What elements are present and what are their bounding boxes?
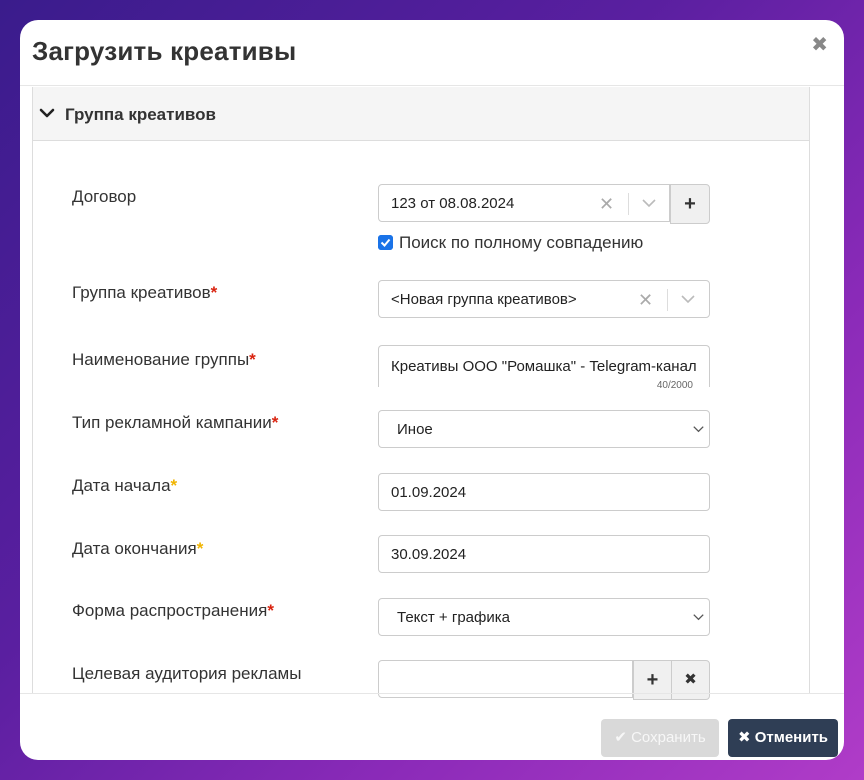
panel-heading[interactable]: Группа креативов: [33, 87, 809, 141]
contract-value: 123 от 08.08.2024: [391, 195, 515, 212]
exact-match-label: Поиск по полному совпадению: [399, 233, 644, 252]
cancel-button[interactable]: ✖ Отменить: [728, 719, 838, 757]
dialog-footer: ✔ Сохранить ✖ Отменить: [20, 693, 844, 760]
end-date-input[interactable]: 30.09.2024: [378, 535, 710, 573]
add-contract-button[interactable]: +: [670, 184, 710, 224]
clear-icon[interactable]: ✕: [638, 290, 653, 311]
save-button[interactable]: ✔ Сохранить: [601, 719, 719, 757]
exact-match-checkbox[interactable]: [378, 235, 393, 250]
panel-title: Группа креативов: [65, 105, 216, 124]
target-audience-label: Целевая аудитория рекламы: [72, 664, 302, 683]
distribution-form-value: Текст + графика: [397, 609, 510, 626]
chevron-down-icon[interactable]: [642, 198, 656, 208]
chevron-down-icon: [693, 614, 704, 621]
chevron-down-icon: [39, 108, 55, 118]
start-date-label: Дата начала*: [72, 476, 178, 495]
group-name-value: Креативы ООО "Ромашка" - Telegram-канал: [391, 358, 697, 375]
contract-select[interactable]: 123 от 08.08.2024 ✕ +: [378, 184, 710, 224]
chevron-down-icon[interactable]: [681, 294, 695, 304]
creative-group-value: <Новая группа креативов>: [391, 291, 577, 308]
distribution-form-label: Форма распространения*: [72, 601, 274, 620]
creative-group-select[interactable]: <Новая группа креативов> ✕: [378, 280, 710, 318]
campaign-type-value: Иное: [397, 421, 433, 438]
end-date-label: Дата окончания*: [72, 539, 204, 558]
contract-label: Договор: [72, 187, 137, 206]
select-divider: [628, 193, 629, 215]
start-date-value: 01.09.2024: [391, 484, 467, 501]
close-icon[interactable]: ✖: [811, 32, 828, 57]
group-name-label: Наименование группы*: [72, 350, 256, 369]
chevron-down-icon: [693, 426, 704, 433]
upload-creatives-dialog: Загрузить креативы ✖ Группа креативов До…: [20, 20, 844, 760]
creative-group-panel: Группа креативов Договор 123 от 08.08.20…: [32, 87, 810, 700]
group-name-input[interactable]: Креативы ООО "Ромашка" - Telegram-канал …: [378, 345, 710, 391]
dialog-title: Загрузить креативы: [32, 36, 297, 66]
start-date-input[interactable]: 01.09.2024: [378, 473, 710, 511]
creative-group-label: Группа креативов*: [72, 283, 218, 302]
char-counter: 40/2000: [656, 380, 693, 391]
dialog-body: Группа креативов Договор 123 от 08.08.20…: [20, 87, 844, 700]
distribution-form-select[interactable]: Текст + графика: [378, 598, 710, 636]
campaign-type-select[interactable]: Иное: [378, 410, 710, 448]
dialog-header: Загрузить креативы ✖: [20, 20, 844, 86]
campaign-type-label: Тип рекламной кампании*: [72, 413, 279, 432]
end-date-value: 30.09.2024: [391, 546, 467, 563]
select-divider: [667, 289, 668, 311]
clear-icon[interactable]: ✕: [599, 194, 614, 215]
